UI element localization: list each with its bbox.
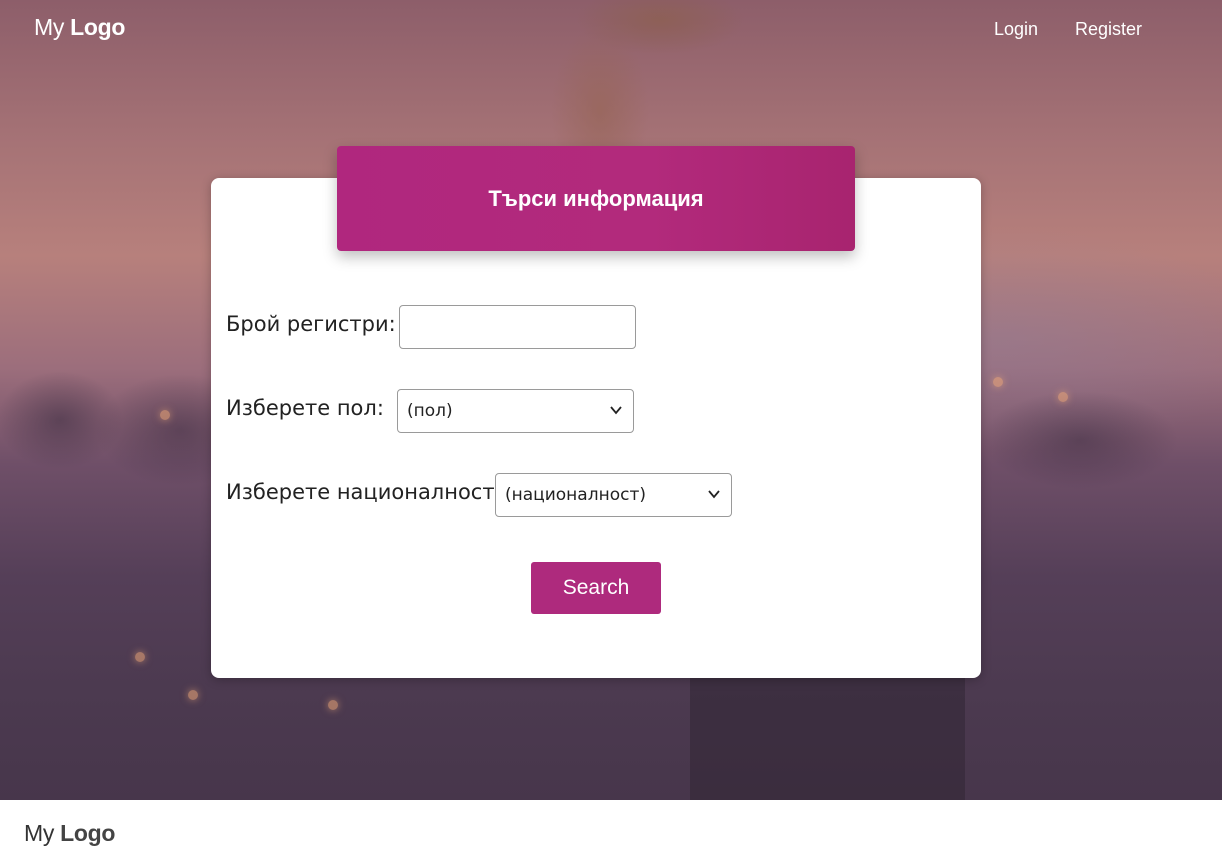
footer-logo-prefix: My: [24, 820, 55, 846]
chevron-down-icon: [610, 406, 622, 415]
nationality-select[interactable]: (националност): [495, 473, 732, 517]
nav-login-link[interactable]: Login: [994, 19, 1038, 40]
gender-select[interactable]: (пол): [397, 389, 634, 433]
background-light: [160, 410, 170, 420]
logo-name: Logo: [70, 14, 126, 40]
background-light: [993, 377, 1003, 387]
search-card-title: Търси информация: [488, 185, 704, 211]
register-count-input[interactable]: [399, 305, 636, 349]
gender-label: Изберете пол:: [226, 396, 384, 420]
background-light: [1058, 392, 1068, 402]
navbar-logo[interactable]: My Logo: [34, 14, 125, 41]
background-light: [328, 700, 338, 710]
search-button[interactable]: Search: [531, 562, 661, 614]
footer-logo[interactable]: My Logo: [24, 820, 115, 847]
background-light: [135, 652, 145, 662]
gender-selected-value: (пол): [407, 401, 453, 421]
nationality-selected-value: (националност): [505, 485, 646, 505]
search-card-header: Търси информация: [337, 146, 855, 251]
footer-logo-name: Logo: [60, 820, 116, 846]
register-count-label: Брой регистри:: [226, 312, 396, 336]
background-light: [188, 690, 198, 700]
logo-prefix: My: [34, 14, 65, 40]
nav-register-link[interactable]: Register: [1075, 19, 1142, 40]
footer: My Logo: [0, 800, 1222, 866]
background-chimney: [690, 660, 965, 800]
navbar: My Logo Login Register: [0, 0, 1222, 60]
nationality-label: Изберете националност:: [226, 480, 502, 504]
chevron-down-icon: [708, 490, 720, 499]
